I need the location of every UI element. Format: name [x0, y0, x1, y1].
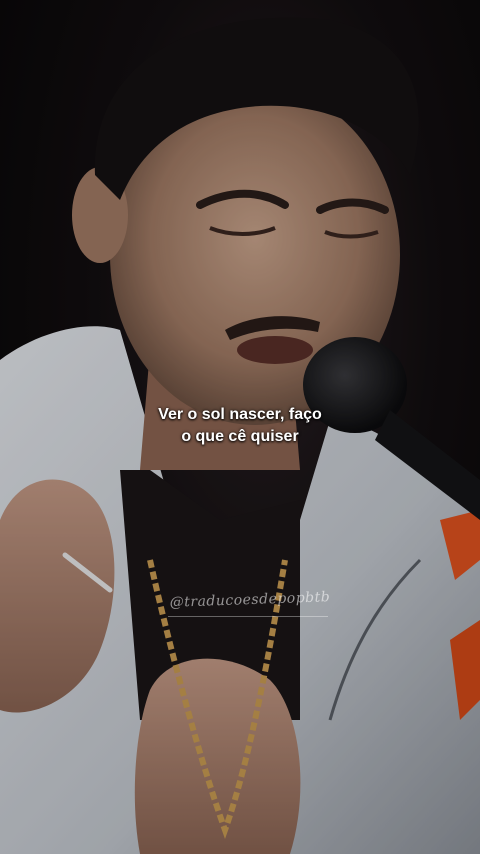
video-frame[interactable]: @traducoesdepopbtb Ver o sol nascer, faç… [0, 0, 480, 854]
lyrics-caption: Ver o sol nascer, faço o que cê quiser [158, 406, 322, 445]
watermark-underline [168, 616, 328, 617]
